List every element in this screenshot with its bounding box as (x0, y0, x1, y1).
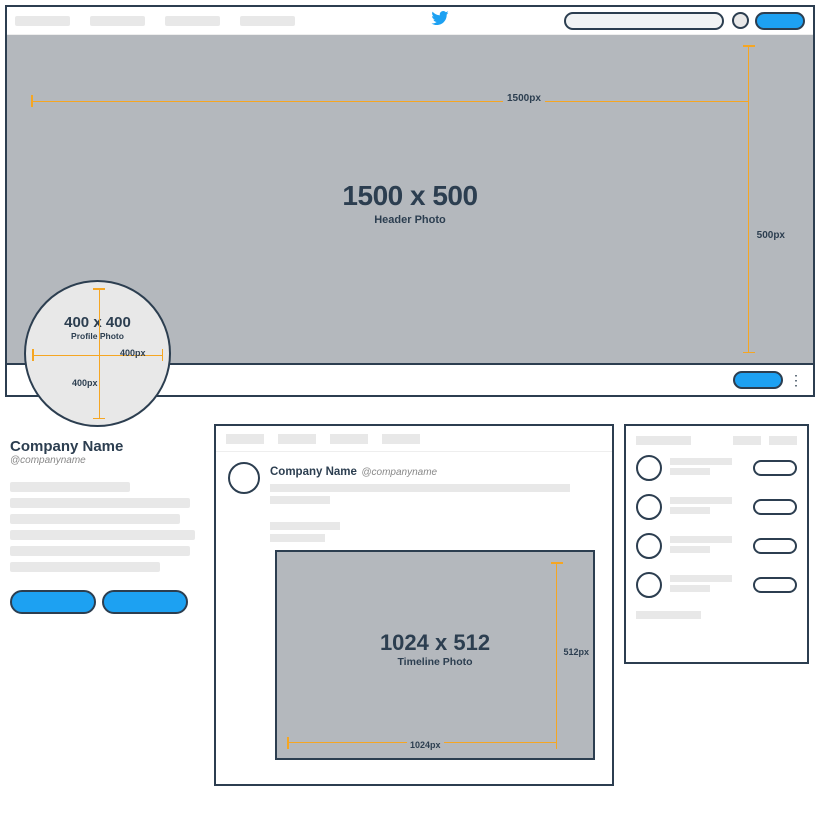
twitter-icon (431, 11, 449, 31)
follow-button[interactable] (753, 577, 797, 593)
action-button-1[interactable] (10, 590, 96, 614)
dimension-line-height (99, 288, 100, 419)
tab-placeholder[interactable] (226, 434, 264, 444)
suggestion-item (636, 572, 797, 598)
dimension-tick (551, 562, 563, 564)
dimension-line-height (556, 562, 557, 744)
header-subtitle: Header Photo (342, 214, 477, 226)
suggestions-card (624, 424, 809, 664)
tab-placeholder[interactable] (278, 434, 316, 444)
nav-placeholder (240, 16, 295, 26)
dimension-height-label: 512px (563, 647, 589, 657)
tab-placeholder[interactable] (330, 434, 368, 444)
post-header: Company Name @companyname (216, 452, 612, 508)
dimension-line-width (31, 101, 749, 102)
post-author-name: Company Name (270, 466, 357, 478)
dimension-tick (32, 349, 34, 361)
search-input[interactable] (564, 12, 724, 30)
tab-placeholder[interactable] (382, 434, 420, 444)
post-text-placeholder (270, 496, 330, 504)
suggestion-item (636, 533, 797, 559)
dimension-tick (743, 45, 755, 47)
suggestion-avatar[interactable] (636, 533, 662, 559)
dimension-line-height (748, 45, 749, 353)
suggestions-footer (636, 611, 701, 619)
post-body: 1024px 512px 1024 x 512 Timeline Photo (216, 508, 612, 760)
timeline-tabs (216, 426, 612, 452)
nav-placeholder (15, 16, 70, 26)
profile-photo-area: 400 x 400 Profile Photo 400px 400px (24, 280, 171, 427)
top-nav-bar (7, 7, 813, 35)
suggestion-item (636, 455, 797, 481)
action-button-2[interactable] (102, 590, 188, 614)
dimension-tick (93, 288, 105, 290)
dimension-tick (93, 418, 105, 420)
profile-info-column: Company Name @companyname (10, 438, 200, 614)
suggestion-avatar[interactable] (636, 494, 662, 520)
post-text-placeholder (270, 484, 570, 492)
timeline-subtitle: Timeline Photo (380, 656, 490, 668)
suggestion-avatar[interactable] (636, 572, 662, 598)
bio-placeholder (10, 482, 200, 572)
post-text-placeholder (270, 522, 340, 530)
dimension-height-label: 500px (757, 230, 785, 241)
timeline-photo-area: 1024px 512px 1024 x 512 Timeline Photo (275, 550, 595, 760)
follow-button[interactable] (733, 371, 783, 389)
suggestions-header (636, 436, 797, 445)
profile-subtitle: Profile Photo (26, 331, 169, 341)
follow-button[interactable] (753, 499, 797, 515)
company-handle: @companyname (10, 455, 200, 466)
dimension-tick (162, 349, 164, 361)
user-avatar[interactable] (732, 12, 749, 29)
tweet-button[interactable] (755, 12, 805, 30)
dimension-tick (31, 95, 33, 107)
dimension-width-label: 1024px (407, 740, 444, 750)
nav-placeholder (165, 16, 220, 26)
nav-placeholder (90, 16, 145, 26)
dimension-width-label: 400px (120, 348, 146, 358)
dimension-width-label: 1500px (503, 93, 545, 104)
header-size-text: 1500 x 500 (342, 180, 477, 212)
suggestion-item (636, 494, 797, 520)
header-photo-label: 1500 x 500 Header Photo (342, 180, 477, 226)
timeline-photo-label: 1024 x 512 Timeline Photo (380, 630, 490, 668)
timeline-size-text: 1024 x 512 (380, 630, 490, 656)
post-text-placeholder (270, 534, 325, 542)
post-avatar[interactable] (228, 462, 260, 494)
follow-button[interactable] (753, 538, 797, 554)
more-icon[interactable]: ⋮ (789, 372, 803, 389)
profile-size-text: 400 x 400 (26, 314, 169, 331)
timeline-card: Company Name @companyname 1024px 512px 1… (214, 424, 614, 786)
follow-button[interactable] (753, 460, 797, 476)
company-name: Company Name (10, 438, 200, 455)
post-author-handle: @companyname (361, 467, 437, 478)
profile-action-buttons (10, 590, 200, 614)
suggestion-avatar[interactable] (636, 455, 662, 481)
dimension-height-label: 400px (72, 378, 98, 388)
dimension-tick (287, 737, 289, 749)
dimension-tick (743, 352, 755, 354)
